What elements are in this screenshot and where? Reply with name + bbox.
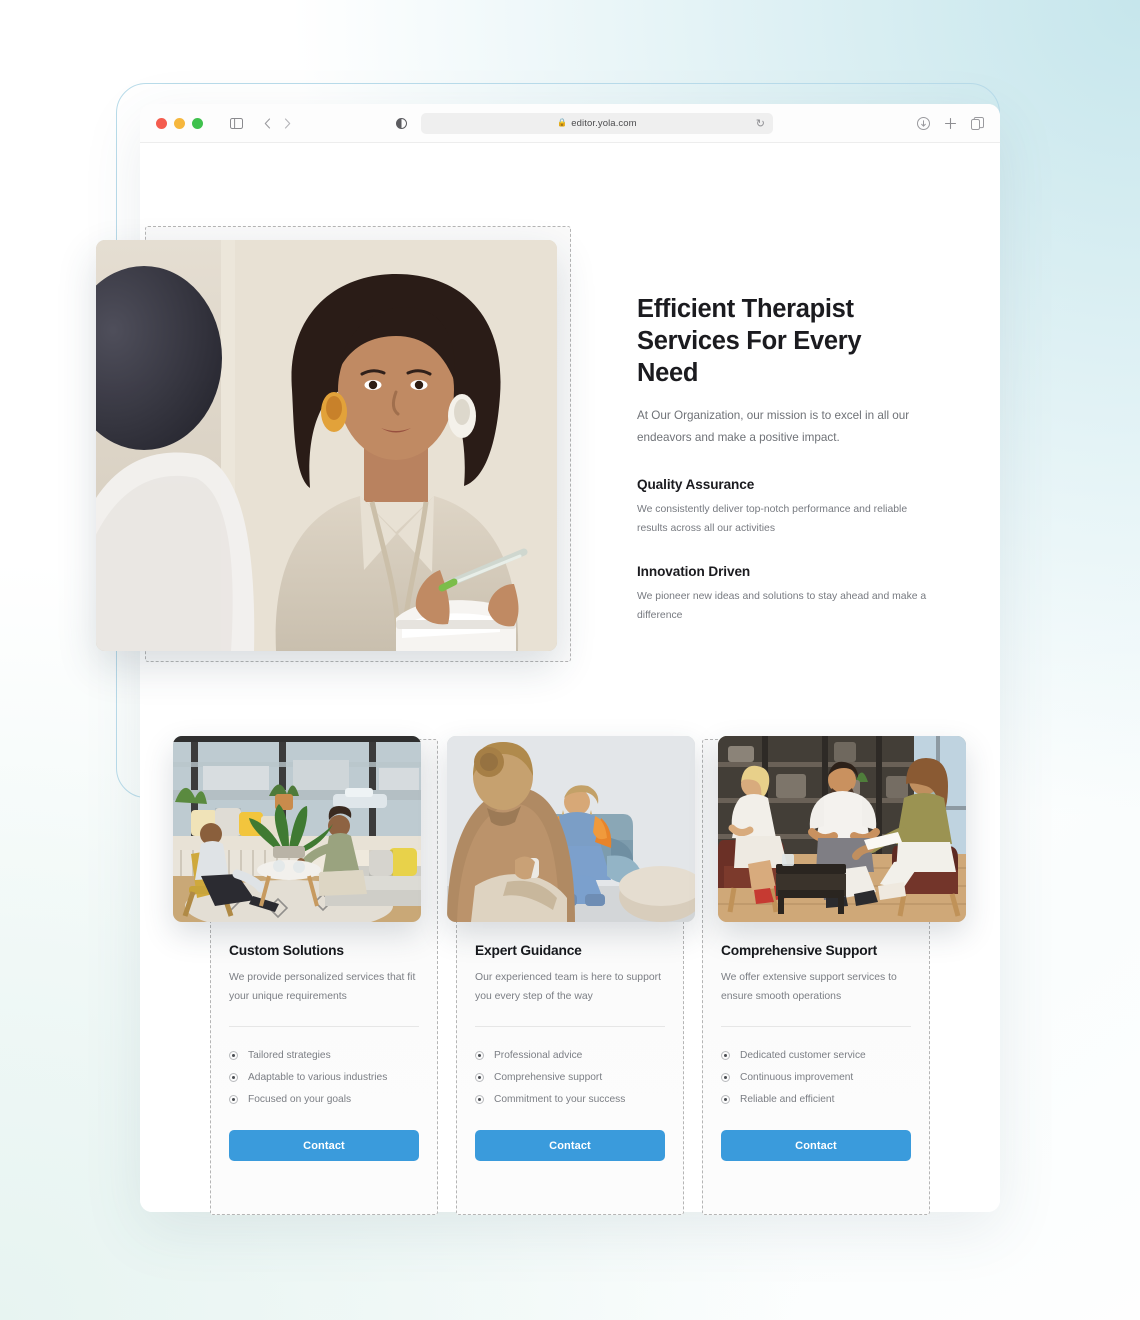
browser-toolbar: 🔒 editor.yola.com ↻ (140, 104, 1000, 143)
card-feature-list: Dedicated customer service Continuous im… (721, 1044, 911, 1110)
card-custom-solutions: Custom Solutions We provide personalized… (210, 943, 438, 1162)
card-description: We offer extensive support services to e… (721, 972, 897, 1002)
list-item-label: Professional advice (494, 1049, 583, 1061)
url-text: editor.yola.com (571, 117, 637, 129)
back-icon[interactable] (260, 117, 274, 129)
card-divider (721, 1026, 911, 1028)
site-editor-canvas: Efficient Therapist Services For Every N… (96, 143, 1000, 1215)
sidebar-toggle-icon[interactable] (230, 117, 243, 129)
card-comprehensive-support: Comprehensive Support We offer extensive… (702, 943, 930, 1162)
maximize-window-button[interactable] (192, 117, 203, 129)
lock-icon: 🔒 (557, 118, 568, 127)
hero-image[interactable] (96, 240, 557, 651)
list-item-label: Reliable and efficient (740, 1093, 835, 1105)
list-item-label: Dedicated customer service (740, 1049, 866, 1061)
card-title: Expert Guidance (475, 943, 582, 958)
browser-window: 🔒 editor.yola.com ↻ Efficient Therapist … (96, 104, 1000, 1215)
bullet-icon (229, 1072, 238, 1082)
list-item: Comprehensive support (475, 1066, 665, 1088)
bullet-icon (721, 1072, 730, 1082)
card-title: Custom Solutions (229, 943, 344, 958)
list-item: Tailored strategies (229, 1044, 419, 1066)
close-window-button[interactable] (156, 117, 167, 129)
contact-button[interactable]: Contact (475, 1130, 665, 1162)
card-divider (229, 1026, 419, 1028)
bullet-icon (229, 1094, 238, 1104)
card-feature-list: Tailored strategies Adaptable to various… (229, 1044, 419, 1110)
reload-icon[interactable]: ↻ (756, 117, 765, 130)
bullet-icon (721, 1050, 730, 1060)
list-item: Professional advice (475, 1044, 665, 1066)
bullet-icon (475, 1072, 484, 1082)
reader-view-icon[interactable] (396, 117, 407, 129)
list-item-label: Commitment to your success (494, 1093, 626, 1105)
bullet-icon (475, 1094, 484, 1104)
toolbar-right-actions (917, 116, 984, 130)
list-item-label: Continuous improvement (740, 1071, 854, 1083)
bullet-icon (475, 1050, 484, 1060)
list-item-label: Adaptable to various industries (248, 1071, 388, 1083)
card-description: Our experienced team is here to support … (475, 972, 661, 1002)
contact-button[interactable]: Contact (229, 1130, 419, 1162)
minimize-window-button[interactable] (174, 117, 185, 129)
card-title: Comprehensive Support (721, 943, 878, 958)
list-item: Reliable and efficient (721, 1088, 911, 1110)
list-item: Commitment to your success (475, 1088, 665, 1110)
card-image-comprehensive-support[interactable] (718, 736, 966, 922)
list-item-label: Focused on your goals (248, 1093, 352, 1105)
tab-overview-icon[interactable] (971, 116, 984, 130)
card-expert-guidance: Expert Guidance Our experienced team is … (456, 943, 684, 1162)
download-icon[interactable] (917, 116, 930, 130)
card-image-expert-guidance[interactable] (447, 736, 695, 922)
address-bar[interactable]: 🔒 editor.yola.com ↻ (421, 112, 773, 134)
list-item: Dedicated customer service (721, 1044, 911, 1066)
forward-icon[interactable] (280, 117, 294, 129)
list-item: Adaptable to various industries (229, 1066, 419, 1088)
card-feature-list: Professional advice Comprehensive suppor… (475, 1044, 665, 1110)
card-divider (475, 1026, 665, 1028)
card-description: We provide personalized services that fi… (229, 972, 416, 1002)
bullet-icon (229, 1050, 238, 1060)
card-image-custom-solutions[interactable] (173, 736, 421, 922)
list-item-label: Tailored strategies (248, 1049, 331, 1061)
list-item: Focused on your goals (229, 1088, 419, 1110)
contact-button[interactable]: Contact (721, 1130, 911, 1162)
bullet-icon (721, 1094, 730, 1104)
list-item-label: Comprehensive support (494, 1071, 603, 1083)
nav-arrows (260, 117, 294, 129)
new-tab-icon[interactable] (944, 117, 957, 130)
list-item: Continuous improvement (721, 1066, 911, 1088)
traffic-lights (156, 117, 203, 129)
